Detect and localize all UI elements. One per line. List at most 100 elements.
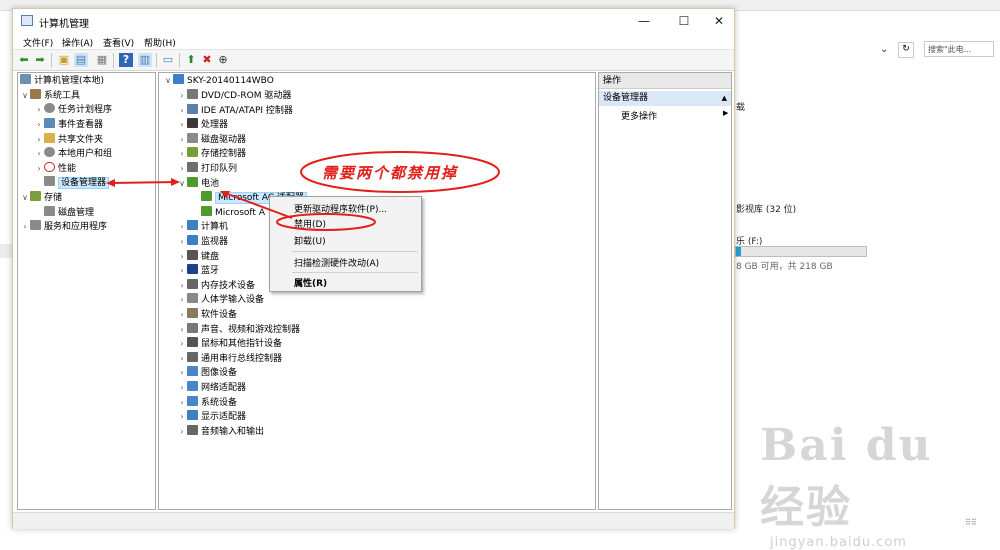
tree-item-computer-management[interactable]: 计算机管理(本地)	[20, 74, 104, 88]
device-category[interactable]: › 音频输入和输出	[177, 424, 264, 439]
show-tree-icon[interactable]: ▤	[74, 53, 88, 67]
menu-item-update-driver[interactable]: 更新驱动程序软件(P)...	[294, 202, 387, 215]
chevron-right-icon[interactable]: ›	[177, 410, 187, 424]
chevron-right-icon[interactable]: ›	[177, 279, 187, 293]
show-action-pane-icon[interactable]: ▥	[138, 53, 152, 67]
chevron-down-icon[interactable]: ∨	[20, 89, 30, 103]
device-category-icon	[187, 162, 198, 172]
device-category[interactable]: › 系统设备	[177, 395, 237, 410]
chevron-right-icon[interactable]: ›	[177, 89, 187, 103]
device-category-label: 蓝牙	[201, 266, 220, 277]
device-category[interactable]: ∨ 电池	[177, 176, 219, 191]
chevron-right-icon[interactable]: ›	[34, 118, 44, 132]
device-category[interactable]: › 计算机	[177, 220, 228, 234]
device-category[interactable]: › 监视器	[177, 235, 228, 249]
forward-icon[interactable]: ➡	[33, 53, 47, 67]
chevron-right-icon[interactable]: ›	[177, 133, 187, 147]
maximize-button[interactable]: ☐	[664, 11, 704, 31]
menu-help[interactable]: 帮助(H)	[144, 36, 176, 49]
search-input[interactable]: 搜索"此电...	[924, 41, 994, 57]
tree-item-local-users[interactable]: › 本地用户和组	[34, 147, 112, 161]
chevron-right-icon[interactable]: ›	[34, 103, 44, 117]
chevron-right-icon[interactable]: ›	[177, 293, 187, 307]
menu-view[interactable]: 查看(V)	[103, 36, 134, 49]
chevron-right-icon[interactable]: ›	[177, 250, 187, 264]
update-driver-icon[interactable]: ⬆	[184, 53, 198, 67]
device-category[interactable]: › DVD/CD-ROM 驱动器	[177, 89, 291, 103]
tree-item-disk-management[interactable]: 磁盘管理	[44, 206, 94, 220]
chevron-right-icon[interactable]: ›	[177, 323, 187, 337]
menu-item-properties[interactable]: 属性(R)	[294, 276, 327, 289]
device-category[interactable]: › 存储控制器	[177, 147, 246, 161]
device-category[interactable]: › 网络适配器	[177, 381, 246, 395]
tree-item-system-tools[interactable]: ∨ 系统工具	[20, 89, 80, 103]
tree-item-shared-folders[interactable]: › 共享文件夹	[34, 133, 103, 147]
chevron-right-icon[interactable]: ›	[177, 381, 187, 395]
chevron-down-icon[interactable]: ⌄	[880, 44, 888, 55]
menu-item-uninstall[interactable]: 卸载(U)	[294, 234, 326, 247]
chevron-right-icon[interactable]: ▶	[723, 109, 728, 117]
device-category[interactable]: › 键盘	[177, 249, 219, 264]
chevron-down-icon[interactable]: ∨	[20, 191, 30, 205]
battery-device[interactable]: Microsoft A	[201, 205, 265, 220]
chevron-right-icon[interactable]: ›	[177, 337, 187, 351]
tree-item-storage[interactable]: ∨ 存储	[20, 191, 62, 205]
menu-action[interactable]: 操作(A)	[62, 36, 93, 49]
actions-section-device-manager[interactable]: 设备管理器 ▲	[599, 91, 731, 106]
chevron-right-icon[interactable]: ›	[34, 162, 44, 176]
menu-item-scan-hardware[interactable]: 扫描检测硬件改动(A)	[294, 256, 379, 269]
chevron-right-icon[interactable]: ›	[34, 133, 44, 147]
device-category[interactable]: › 内存技术设备	[177, 278, 255, 293]
device-category[interactable]: › 鼠标和其他指针设备	[177, 337, 282, 351]
monitor-icon[interactable]: ▭	[161, 53, 175, 67]
export-list-icon[interactable]: ▦	[95, 53, 109, 67]
resize-grip-icon[interactable]: ⠿⠿	[965, 518, 995, 528]
device-root[interactable]: ∨ SKY-20140114WBO	[163, 74, 274, 88]
refresh-icon[interactable]: ↻	[898, 42, 914, 58]
chevron-right-icon[interactable]: ›	[177, 308, 187, 322]
chevron-down-icon[interactable]: ∨	[177, 177, 187, 191]
close-button[interactable]: ✕	[699, 11, 739, 31]
up-folder-icon[interactable]: ▣	[57, 53, 71, 67]
background-library-label[interactable]: 影视库 (32 位)	[736, 202, 796, 215]
collapse-icon[interactable]: ▲	[722, 91, 727, 106]
chevron-right-icon[interactable]: ›	[177, 104, 187, 118]
chevron-right-icon[interactable]: ›	[34, 147, 44, 161]
device-category[interactable]: › 图像设备	[177, 366, 237, 380]
help-icon[interactable]: ?	[119, 53, 133, 67]
device-category[interactable]: › 处理器	[177, 118, 228, 132]
device-category[interactable]: › IDE ATA/ATAPI 控制器	[177, 103, 293, 118]
tree-item-services-applications[interactable]: › 服务和应用程序	[20, 220, 107, 234]
tree-item-event-viewer[interactable]: › 事件查看器	[34, 118, 103, 132]
device-category[interactable]: › 蓝牙	[177, 264, 219, 278]
chevron-right-icon[interactable]: ›	[177, 235, 187, 249]
chevron-right-icon[interactable]: ›	[177, 147, 187, 161]
device-category[interactable]: › 软件设备	[177, 308, 237, 322]
chevron-right-icon[interactable]: ›	[177, 425, 187, 439]
chevron-right-icon[interactable]: ›	[177, 352, 187, 366]
minimize-button[interactable]: —	[624, 11, 664, 31]
chevron-right-icon[interactable]: ›	[177, 264, 187, 278]
device-category[interactable]: › 人体学输入设备	[177, 293, 264, 307]
device-category[interactable]: › 通用串行总线控制器	[177, 351, 282, 366]
chevron-down-icon[interactable]: ∨	[163, 74, 173, 88]
menu-item-disable[interactable]: 禁用(D)	[294, 217, 326, 230]
device-category[interactable]: › 声音、视频和游戏控制器	[177, 322, 300, 337]
tree-item-performance[interactable]: › 性能	[34, 162, 76, 176]
back-icon[interactable]: ⬅	[17, 53, 31, 67]
chevron-right-icon[interactable]: ›	[177, 396, 187, 410]
device-category[interactable]: › 打印队列	[177, 162, 237, 176]
device-category[interactable]: › 显示适配器	[177, 410, 246, 424]
device-category[interactable]: › 磁盘驱动器	[177, 132, 246, 147]
chevron-right-icon[interactable]: ›	[177, 366, 187, 380]
chevron-right-icon[interactable]: ›	[177, 220, 187, 234]
more-actions-item[interactable]: 更多操作	[621, 109, 657, 122]
chevron-right-icon[interactable]: ›	[177, 118, 187, 132]
uninstall-icon[interactable]: ✖	[200, 53, 214, 67]
disable-device-icon[interactable]: ⊕	[216, 53, 230, 67]
chevron-right-icon[interactable]: ›	[20, 220, 30, 234]
chevron-right-icon[interactable]: ›	[177, 162, 187, 176]
tree-item-device-manager[interactable]: 设备管理器	[44, 176, 110, 190]
tree-item-task-scheduler[interactable]: › 任务计划程序	[34, 103, 112, 117]
menu-file[interactable]: 文件(F)	[23, 36, 53, 49]
